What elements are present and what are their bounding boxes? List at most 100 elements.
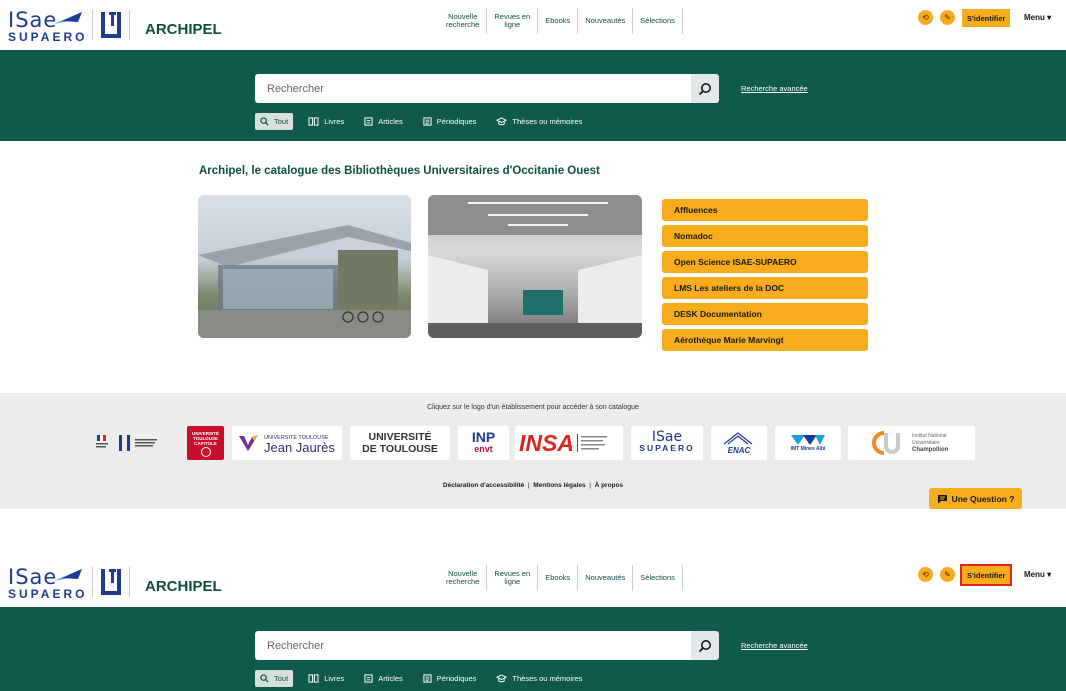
brand-title[interactable]: ARCHIPEL xyxy=(145,21,222,38)
chat-icon xyxy=(937,494,947,503)
graduation-cap-icon xyxy=(496,674,508,683)
link-lms[interactable]: LMS Les ateliers de la DOC xyxy=(662,277,868,299)
nav-ebooks[interactable]: Ebooks xyxy=(537,8,577,34)
top-navigation: Nouvelle recherche Revues en ligne Ebooks … xyxy=(439,565,683,591)
nav-new-search[interactable]: Nouvelle recherche xyxy=(439,565,486,591)
about-link[interactable]: À propos xyxy=(595,482,624,489)
history-icon[interactable]: ⟲ xyxy=(918,567,933,582)
nav-online-journals[interactable]: Revues en ligne xyxy=(486,8,537,34)
university-u-logo[interactable] xyxy=(100,10,122,40)
page: ISae SUPAERO ARCHIPEL Nouvelle recherche … xyxy=(0,0,1066,691)
history-icon[interactable]: ⟲ xyxy=(918,10,933,25)
signin-button-highlighted[interactable]: S'identifier xyxy=(959,564,1013,586)
library-building-photo xyxy=(198,195,411,338)
site-header: ISae SUPAERO ARCHIPEL Nouvelle recherche … xyxy=(0,0,1066,50)
tab-all[interactable]: Tout xyxy=(255,670,294,687)
tab-books[interactable]: Livres xyxy=(303,113,349,130)
periodical-icon xyxy=(423,117,432,126)
tab-all[interactable]: Tout xyxy=(255,113,294,130)
search-type-tabs: Tout Livres Articles Périodiques Thèses … xyxy=(255,670,587,687)
link-affluences[interactable]: Affluences xyxy=(662,199,868,221)
graduation-cap-icon xyxy=(496,117,508,126)
repeated-header-view: ISae SUPAERO ARCHIPEL Nouvelle recherche … xyxy=(0,557,1066,691)
footer-legal-links: Déclaration d'accessibilité | Mentions l… xyxy=(0,482,1066,489)
isae-supaero-logo[interactable]: ISae SUPAERO xyxy=(8,8,88,44)
quick-links: Affluences Nomadoc Open Science ISAE-SUP… xyxy=(662,199,868,351)
enac-logo[interactable]: ENAC xyxy=(711,426,767,460)
nav-ebooks[interactable]: Ebooks xyxy=(537,565,577,591)
tab-articles[interactable]: Articles xyxy=(359,113,408,130)
university-u-logo[interactable] xyxy=(100,567,122,597)
insa-logo[interactable]: INSA xyxy=(515,426,623,460)
logo-divider xyxy=(92,10,93,40)
periodical-icon xyxy=(423,674,432,683)
search-icon xyxy=(260,117,269,126)
tab-theses[interactable]: Thèses ou mémoires xyxy=(491,670,587,687)
search-icon xyxy=(698,82,711,95)
nav-selections[interactable]: Sélections xyxy=(632,8,683,34)
question-chat-button[interactable]: Une Question ? xyxy=(929,488,1022,509)
footer-caption: Cliquez sur le logo d'un établissement p… xyxy=(427,404,639,411)
legal-separator: | xyxy=(589,482,591,489)
tab-periodicals[interactable]: Périodiques xyxy=(418,113,482,130)
tab-periodicals[interactable]: Périodiques xyxy=(418,670,482,687)
advanced-search-link[interactable]: Recherche avancée xyxy=(741,641,808,650)
legal-separator: | xyxy=(527,482,530,489)
link-open-science[interactable]: Open Science ISAE-SUPAERO xyxy=(662,251,868,273)
search-button[interactable] xyxy=(691,631,719,660)
isae-supaero-footer-logo[interactable]: ISae SUPAERO xyxy=(631,426,703,460)
page-headline: Archipel, le catalogue des Bibliothèques… xyxy=(199,165,600,177)
ut-jean-jaures-logo[interactable]: UNIVERSITÉ TOULOUSE Jean Jaurès xyxy=(232,426,342,460)
search-type-tabs: Tout Livres Articles Périodiques Thèses … xyxy=(255,113,587,130)
ministry-logo[interactable] xyxy=(88,426,168,460)
search-input[interactable] xyxy=(255,631,691,660)
menu-button[interactable]: Menu ▾ xyxy=(1024,570,1051,579)
brand-title[interactable]: ARCHIPEL xyxy=(145,578,222,595)
search-icon xyxy=(698,639,711,652)
tab-articles[interactable]: Articles xyxy=(359,670,408,687)
signin-button[interactable]: S'identifier xyxy=(962,9,1011,27)
site-header: ISae SUPAERO ARCHIPEL Nouvelle recherche … xyxy=(0,557,1066,607)
plane-icon xyxy=(54,12,82,24)
ut-capitole-logo[interactable]: UNIVERSITÉ TOULOUSE CAPITOLE xyxy=(187,426,224,460)
logo-divider xyxy=(129,10,130,40)
pin-icon[interactable]: ✎ xyxy=(940,10,955,25)
imt-mines-albi-logo[interactable]: IMT Mines Albi xyxy=(775,426,841,460)
nav-new-search[interactable]: Nouvelle recherche xyxy=(439,8,486,34)
plane-icon xyxy=(54,569,82,581)
supaero-logo-text: SUPAERO xyxy=(8,587,88,601)
isae-supaero-logo[interactable]: ISae SUPAERO xyxy=(8,565,88,601)
pin-icon[interactable]: ✎ xyxy=(940,567,955,582)
champollion-logo[interactable]: Institut National Universitaire Champoll… xyxy=(848,426,975,460)
search-band: Recherche avancée Tout Livres Articles P… xyxy=(0,607,1066,691)
inp-envt-logo[interactable]: INP envt xyxy=(458,426,509,460)
top-navigation: Nouvelle recherche Revues en ligne Ebooks … xyxy=(439,8,683,34)
search-band: Recherche avancée Tout Livres Articles P… xyxy=(0,50,1066,141)
accessibility-link[interactable]: Déclaration d'accessibilité xyxy=(443,482,524,489)
library-interior-photo xyxy=(428,195,642,338)
nav-selections[interactable]: Sélections xyxy=(632,565,683,591)
menu-button[interactable]: Menu ▾ xyxy=(1024,13,1051,22)
book-icon xyxy=(308,674,319,683)
link-nomadoc[interactable]: Nomadoc xyxy=(662,225,868,247)
search-icon xyxy=(260,674,269,683)
search-button[interactable] xyxy=(691,74,719,103)
link-desk[interactable]: DESK Documentation xyxy=(662,303,868,325)
search-input[interactable] xyxy=(255,74,691,103)
link-aerotheque[interactable]: Aérothèque Marie Marvingt xyxy=(662,329,868,351)
article-icon xyxy=(364,674,373,683)
tab-books[interactable]: Livres xyxy=(303,670,349,687)
universite-de-toulouse-logo[interactable]: UNIVERSITÉ DE TOULOUSE xyxy=(350,426,450,460)
supaero-logo-text: SUPAERO xyxy=(8,30,88,44)
book-icon xyxy=(308,117,319,126)
tab-theses[interactable]: Thèses ou mémoires xyxy=(491,113,587,130)
nav-new-arrivals[interactable]: Nouveautés xyxy=(577,565,632,591)
legal-notice-link[interactable]: Mentions légales xyxy=(533,482,585,489)
advanced-search-link[interactable]: Recherche avancée xyxy=(741,84,808,93)
institutions-footer: Cliquez sur le logo d'un établissement p… xyxy=(0,393,1066,509)
nav-new-arrivals[interactable]: Nouveautés xyxy=(577,8,632,34)
nav-online-journals[interactable]: Revues en ligne xyxy=(486,565,537,591)
logo-divider xyxy=(129,567,130,597)
isae-logo-text: ISae xyxy=(8,565,58,589)
article-icon xyxy=(364,117,373,126)
